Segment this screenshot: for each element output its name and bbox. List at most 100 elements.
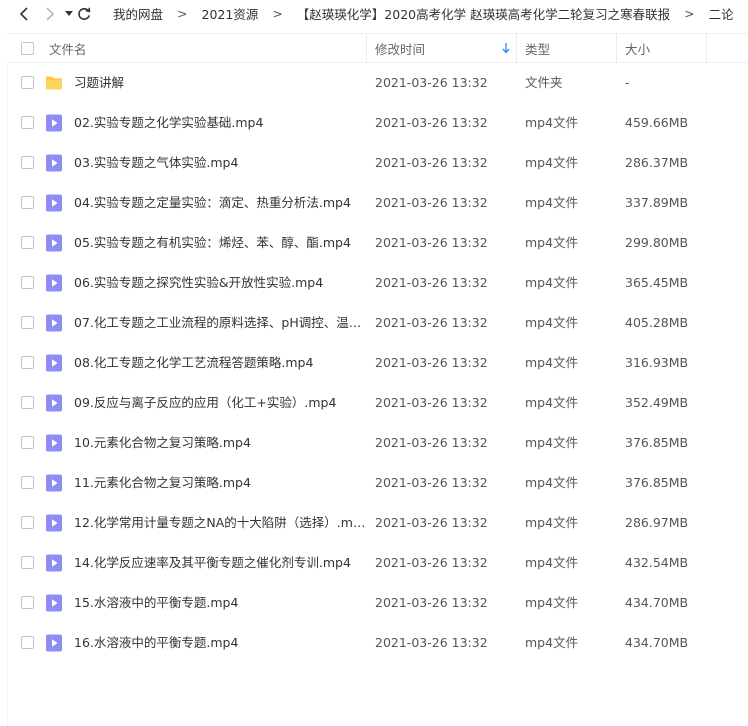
file-size: - (625, 75, 630, 90)
breadcrumb: 我的网盘 > 2021资源 > 【赵瑛瑛化学】2020高考化学 赵瑛瑛高考化学二… (113, 4, 748, 23)
row-checkbox[interactable] (21, 396, 34, 409)
file-size: 432.54MB (625, 555, 689, 570)
file-name[interactable]: 04.实验专题之定量实验：滴定、热重分析法.mp4 (74, 183, 366, 223)
file-name[interactable]: 16.水溶液中的平衡专题.mp4 (74, 623, 366, 663)
column-divider[interactable] (516, 34, 517, 63)
list-item-file[interactable]: 07.化工专题之工业流程的原料选择、pH调控、温度... 2021-03-26 … (7, 303, 748, 343)
row-checkbox[interactable] (21, 356, 34, 369)
list-item-file[interactable]: 14.化学反应速率及其平衡专题之催化剂专训.mp4 2021-03-26 13:… (7, 543, 748, 583)
chevron-right-icon (46, 6, 55, 21)
file-type: mp4文件 (525, 115, 579, 130)
list-item-file[interactable]: 06.实验专题之探究性实验&开放性实验.mp4 2021-03-26 13:32… (7, 263, 748, 303)
video-file-icon (46, 314, 62, 332)
back-button[interactable] (19, 4, 29, 24)
file-type: mp4文件 (525, 155, 579, 170)
list-item-file[interactable]: 16.水溶液中的平衡专题.mp4 2021-03-26 13:32 mp4文件 … (7, 623, 748, 663)
row-checkbox[interactable] (21, 596, 34, 609)
file-type: mp4文件 (525, 355, 579, 370)
row-checkbox[interactable] (21, 556, 34, 569)
file-name[interactable]: 12.化学常用计量专题之NA的十大陷阱（选择）.mp4 (74, 503, 366, 543)
file-size: 376.85MB (625, 475, 689, 490)
select-all-checkbox-cell (21, 34, 34, 63)
video-file-icon (46, 434, 62, 452)
caret-down-icon (65, 10, 73, 16)
row-checkbox[interactable] (21, 76, 34, 89)
file-name[interactable]: 06.实验专题之探究性实验&开放性实验.mp4 (74, 263, 366, 303)
file-modified-date: 2021-03-26 13:32 (375, 275, 488, 290)
sort-descending-icon (502, 43, 510, 54)
list-item-file[interactable]: 15.水溶液中的平衡专题.mp4 2021-03-26 13:32 mp4文件 … (7, 583, 748, 623)
video-file-icon (46, 354, 62, 372)
video-file-icon (46, 274, 62, 292)
file-modified-date: 2021-03-26 13:32 (375, 315, 488, 330)
row-checkbox[interactable] (21, 156, 34, 169)
navigation-bar: 我的网盘 > 2021资源 > 【赵瑛瑛化学】2020高考化学 赵瑛瑛高考化学二… (0, 0, 748, 27)
file-size: 376.85MB (625, 435, 689, 450)
select-all-checkbox[interactable] (21, 42, 34, 55)
file-size: 434.70MB (625, 595, 689, 610)
column-header-modified[interactable]: 修改时间 (375, 34, 515, 63)
row-checkbox[interactable] (21, 636, 34, 649)
file-modified-date: 2021-03-26 13:32 (375, 435, 488, 450)
file-list-header: 文件名 修改时间 类型 大小 (7, 33, 748, 63)
history-dropdown-button[interactable] (65, 4, 73, 24)
row-checkbox[interactable] (21, 196, 34, 209)
refresh-button[interactable] (77, 4, 91, 24)
list-item-file[interactable]: 12.化学常用计量专题之NA的十大陷阱（选择）.mp4 2021-03-26 1… (7, 503, 748, 543)
row-checkbox[interactable] (21, 116, 34, 129)
file-name[interactable]: 03.实验专题之气体实验.mp4 (74, 143, 366, 183)
column-header-type-label: 类型 (525, 42, 551, 57)
file-type: mp4文件 (525, 275, 579, 290)
list-item-file[interactable]: 08.化工专题之化学工艺流程答题策略.mp4 2021-03-26 13:32 … (7, 343, 748, 383)
file-type: mp4文件 (525, 315, 579, 330)
forward-button[interactable] (45, 4, 55, 24)
list-item-file[interactable]: 04.实验专题之定量实验：滴定、热重分析法.mp4 2021-03-26 13:… (7, 183, 748, 223)
list-item-file[interactable]: 02.实验专题之化学实验基础.mp4 2021-03-26 13:32 mp4文… (7, 103, 748, 143)
file-name[interactable]: 08.化工专题之化学工艺流程答题策略.mp4 (74, 343, 366, 383)
video-file-icon (46, 114, 62, 132)
row-checkbox[interactable] (21, 476, 34, 489)
column-header-name[interactable]: 文件名 (49, 34, 365, 63)
file-name[interactable]: 02.实验专题之化学实验基础.mp4 (74, 103, 366, 143)
file-name[interactable]: 14.化学反应速率及其平衡专题之催化剂专训.mp4 (74, 543, 366, 583)
column-divider[interactable] (366, 34, 367, 63)
file-size: 316.93MB (625, 355, 689, 370)
breadcrumb-item-current[interactable]: 二论 (709, 4, 734, 23)
breadcrumb-item-course-folder[interactable]: 【赵瑛瑛化学】2020高考化学 赵瑛瑛高考化学二轮复习之寒春联报 (297, 4, 670, 23)
column-divider[interactable] (616, 34, 617, 63)
video-file-icon (46, 594, 62, 612)
file-name[interactable]: 习题讲解 (74, 63, 366, 103)
column-header-type[interactable]: 类型 (525, 34, 615, 63)
file-size: 337.89MB (625, 195, 689, 210)
file-size: 286.37MB (625, 155, 689, 170)
file-name[interactable]: 05.实验专题之有机实验：烯烃、苯、醇、酯.mp4 (74, 223, 366, 263)
row-checkbox[interactable] (21, 436, 34, 449)
column-divider[interactable] (706, 34, 707, 63)
file-modified-date: 2021-03-26 13:32 (375, 475, 488, 490)
file-name[interactable]: 10.元素化合物之复习策略.mp4 (74, 423, 366, 463)
file-name[interactable]: 15.水溶液中的平衡专题.mp4 (74, 583, 366, 623)
file-name[interactable]: 09.反应与离子反应的应用（化工+实验）.mp4 (74, 383, 366, 423)
list-item-folder[interactable]: 习题讲解 2021-03-26 13:32 文件夹 - (7, 63, 748, 103)
column-header-name-label: 文件名 (49, 42, 87, 57)
list-item-file[interactable]: 11.元素化合物之复习策略.mp4 2021-03-26 13:32 mp4文件… (7, 463, 748, 503)
list-item-file[interactable]: 05.实验专题之有机实验：烯烃、苯、醇、酯.mp4 2021-03-26 13:… (7, 223, 748, 263)
file-name[interactable]: 07.化工专题之工业流程的原料选择、pH调控、温度... (74, 303, 366, 343)
video-file-icon (46, 514, 62, 532)
list-item-file[interactable]: 10.元素化合物之复习策略.mp4 2021-03-26 13:32 mp4文件… (7, 423, 748, 463)
list-item-file[interactable]: 09.反应与离子反应的应用（化工+实验）.mp4 2021-03-26 13:3… (7, 383, 748, 423)
row-checkbox[interactable] (21, 316, 34, 329)
video-file-icon (46, 194, 62, 212)
row-checkbox[interactable] (21, 236, 34, 249)
breadcrumb-item-my-drive[interactable]: 我的网盘 (113, 4, 163, 23)
row-checkbox[interactable] (21, 516, 34, 529)
file-name[interactable]: 11.元素化合物之复习策略.mp4 (74, 463, 366, 503)
file-modified-date: 2021-03-26 13:32 (375, 235, 488, 250)
file-modified-date: 2021-03-26 13:32 (375, 515, 488, 530)
row-checkbox[interactable] (21, 276, 34, 289)
breadcrumb-item-2021-resources[interactable]: 2021资源 (202, 4, 259, 23)
breadcrumb-separator: > (684, 6, 695, 21)
list-item-file[interactable]: 03.实验专题之气体实验.mp4 2021-03-26 13:32 mp4文件 … (7, 143, 748, 183)
chevron-left-icon (19, 6, 28, 21)
column-header-size[interactable]: 大小 (625, 34, 705, 63)
